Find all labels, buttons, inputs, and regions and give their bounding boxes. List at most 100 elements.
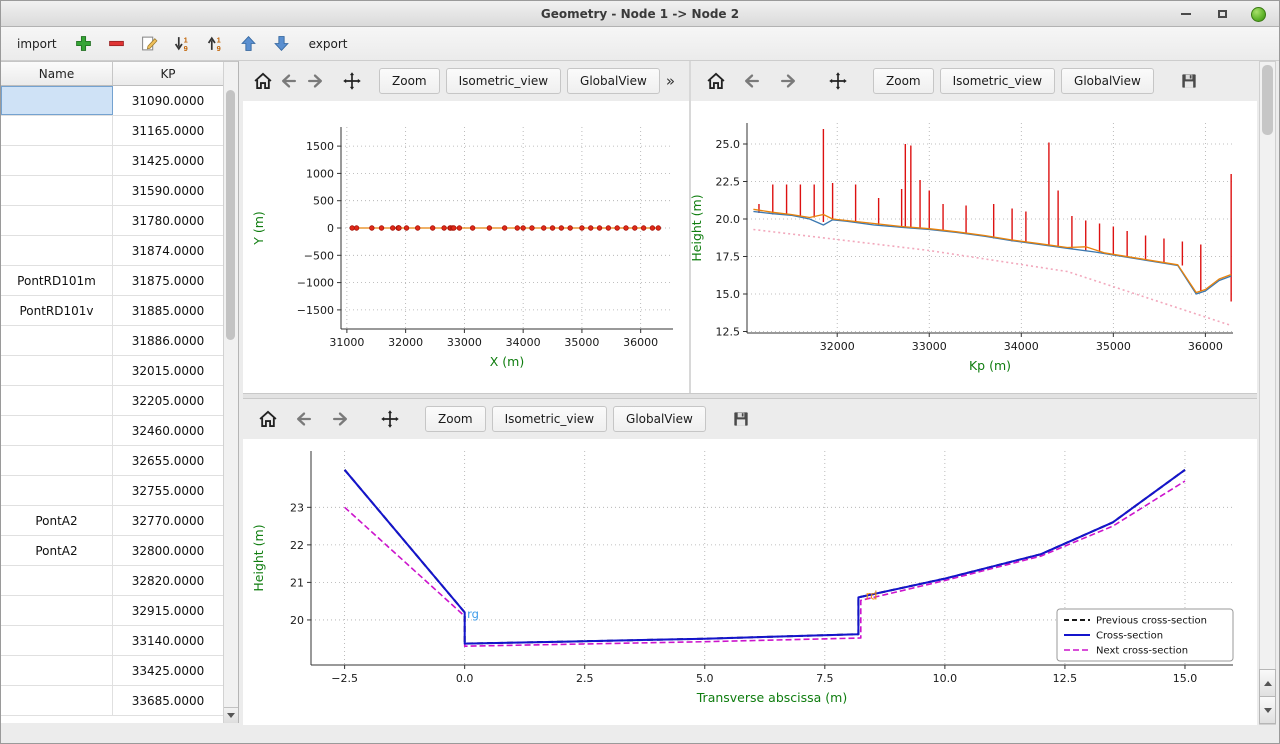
cell-name[interactable] — [1, 476, 113, 505]
table-row[interactable]: 33425.0000 — [1, 656, 223, 686]
pan-button[interactable] — [375, 405, 405, 433]
cell-kp[interactable]: 31885.0000 — [113, 296, 223, 325]
sort-ascending-button[interactable]: 19 — [203, 31, 229, 57]
scroll-down-button[interactable] — [1259, 696, 1276, 724]
isometric-view-button[interactable]: Isometric_view — [446, 68, 561, 94]
table-row[interactable]: 32755.0000 — [1, 476, 223, 506]
main-scrollbar-thumb[interactable] — [1262, 65, 1273, 135]
table-scroll-down-button[interactable] — [224, 707, 238, 723]
cell-name[interactable] — [1, 86, 113, 115]
export-button[interactable]: export — [302, 32, 355, 56]
table-row[interactable]: 32915.0000 — [1, 596, 223, 626]
table-row[interactable]: 32205.0000 — [1, 386, 223, 416]
minimize-button[interactable] — [1177, 5, 1195, 23]
forward-button[interactable] — [305, 67, 325, 95]
cell-kp[interactable]: 31886.0000 — [113, 326, 223, 355]
global-view-button[interactable]: GlobalView — [613, 406, 706, 432]
cell-name[interactable] — [1, 386, 113, 415]
table-row[interactable]: 31090.0000 — [1, 86, 223, 116]
main-scrollbar[interactable] — [1259, 61, 1276, 725]
table-scrollbar[interactable] — [223, 62, 238, 723]
pan-button[interactable] — [823, 67, 853, 95]
table-row[interactable]: 31780.0000 — [1, 206, 223, 236]
cell-kp[interactable]: 32755.0000 — [113, 476, 223, 505]
cell-name[interactable] — [1, 446, 113, 475]
cell-name[interactable] — [1, 146, 113, 175]
cell-name[interactable] — [1, 176, 113, 205]
cell-kp[interactable]: 31425.0000 — [113, 146, 223, 175]
table-row[interactable]: 31165.0000 — [1, 116, 223, 146]
home-button[interactable] — [701, 67, 731, 95]
move-up-button[interactable] — [236, 31, 262, 57]
cell-kp[interactable]: 32655.0000 — [113, 446, 223, 475]
table-row[interactable]: PontRD101v31885.0000 — [1, 296, 223, 326]
zoom-button[interactable]: Zoom — [873, 68, 934, 94]
cell-kp[interactable]: 32770.0000 — [113, 506, 223, 535]
cell-kp[interactable]: 32460.0000 — [113, 416, 223, 445]
cell-name[interactable] — [1, 116, 113, 145]
close-button[interactable] — [1249, 5, 1267, 23]
save-figure-button[interactable] — [726, 405, 756, 433]
edit-button[interactable] — [137, 31, 163, 57]
column-header-kp[interactable]: KP — [113, 62, 223, 85]
cell-kp[interactable]: 32915.0000 — [113, 596, 223, 625]
back-button[interactable] — [737, 67, 767, 95]
cell-name[interactable] — [1, 656, 113, 685]
cell-kp[interactable]: 32800.0000 — [113, 536, 223, 565]
table-row[interactable]: PontRD101m31875.0000 — [1, 266, 223, 296]
column-header-name[interactable]: Name — [1, 62, 113, 85]
forward-button[interactable] — [773, 67, 803, 95]
cell-name[interactable] — [1, 326, 113, 355]
global-view-button[interactable]: GlobalView — [1061, 68, 1154, 94]
move-down-button[interactable] — [269, 31, 295, 57]
cell-kp[interactable]: 33685.0000 — [113, 686, 223, 715]
table-row[interactable]: 31886.0000 — [1, 326, 223, 356]
cell-name[interactable]: PontRD101v — [1, 296, 113, 325]
cell-kp[interactable]: 33140.0000 — [113, 626, 223, 655]
home-button[interactable] — [253, 67, 273, 95]
save-figure-button[interactable] — [1174, 67, 1204, 95]
table-row[interactable]: PontA232800.0000 — [1, 536, 223, 566]
cell-name[interactable] — [1, 356, 113, 385]
back-button[interactable] — [279, 67, 299, 95]
cell-kp[interactable]: 32205.0000 — [113, 386, 223, 415]
cell-name[interactable] — [1, 626, 113, 655]
table-row[interactable]: 33140.0000 — [1, 626, 223, 656]
cell-kp[interactable]: 33425.0000 — [113, 656, 223, 685]
import-button[interactable]: import — [10, 32, 64, 56]
cell-kp[interactable]: 31780.0000 — [113, 206, 223, 235]
add-row-button[interactable] — [71, 31, 97, 57]
cell-kp[interactable]: 31165.0000 — [113, 116, 223, 145]
remove-row-button[interactable] — [104, 31, 130, 57]
isometric-view-button[interactable]: Isometric_view — [492, 406, 607, 432]
longitudinal-profile-chart[interactable]: 320003300034000350003600012.515.017.520.… — [691, 101, 1257, 393]
cell-kp[interactable]: 31875.0000 — [113, 266, 223, 295]
table-row[interactable]: PontA232770.0000 — [1, 506, 223, 536]
global-view-button[interactable]: GlobalView — [567, 68, 660, 94]
zoom-button[interactable]: Zoom — [379, 68, 440, 94]
scroll-up-button[interactable] — [1259, 669, 1276, 697]
cell-kp[interactable]: 31874.0000 — [113, 236, 223, 265]
cell-kp[interactable]: 32820.0000 — [113, 566, 223, 595]
isometric-view-button[interactable]: Isometric_view — [940, 68, 1055, 94]
cell-name[interactable]: PontRD101m — [1, 266, 113, 295]
forward-button[interactable] — [325, 405, 355, 433]
cell-name[interactable]: PontA2 — [1, 506, 113, 535]
cell-name[interactable]: PontA2 — [1, 536, 113, 565]
cell-kp[interactable]: 31090.0000 — [113, 86, 223, 115]
cell-kp[interactable]: 32015.0000 — [113, 356, 223, 385]
sort-descending-button[interactable]: 19 — [170, 31, 196, 57]
table-row[interactable]: 32820.0000 — [1, 566, 223, 596]
cell-name[interactable] — [1, 596, 113, 625]
titlebar[interactable]: Geometry - Node 1 -> Node 2 — [1, 1, 1279, 27]
toolbar-overflow-chevron[interactable]: » — [666, 72, 675, 90]
plan-view-chart[interactable]: 3100032000330003400035000360001500100050… — [243, 101, 689, 393]
cell-name[interactable] — [1, 206, 113, 235]
cell-name[interactable] — [1, 566, 113, 595]
zoom-button[interactable]: Zoom — [425, 406, 486, 432]
table-row[interactable]: 33685.0000 — [1, 686, 223, 716]
table-row[interactable]: 31425.0000 — [1, 146, 223, 176]
cross-section-chart[interactable]: −2.50.02.55.07.510.012.515.020212223Tran… — [243, 439, 1257, 725]
table-row[interactable]: 32460.0000 — [1, 416, 223, 446]
cell-name[interactable] — [1, 686, 113, 715]
